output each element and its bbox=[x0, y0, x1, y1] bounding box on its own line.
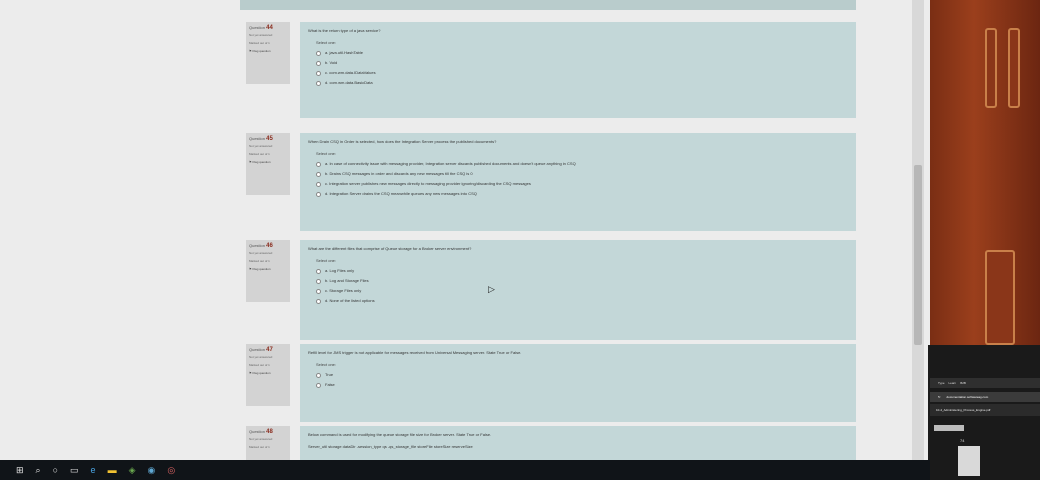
browser-tab-bar: Type Learn B2B bbox=[930, 378, 1040, 388]
question-status: Not yet answered bbox=[249, 437, 273, 441]
question-status: Not yet answered bbox=[249, 251, 273, 255]
question-text: When Drain CSQ in Order is selected, how… bbox=[308, 139, 497, 144]
pdf-title: 10-4_Administering_Process_Engine.pdf bbox=[930, 404, 1040, 416]
answer-option-c[interactable]: c. Storage Files only bbox=[316, 286, 848, 296]
radio-button[interactable] bbox=[316, 382, 321, 388]
answer-option-d[interactable]: d. com.wm.data.BasicData bbox=[316, 78, 848, 88]
previous-question-panel-edge bbox=[240, 0, 856, 10]
select-one-label: Select one: bbox=[316, 362, 337, 367]
radio-button[interactable] bbox=[316, 80, 321, 86]
select-one-label: Select one: bbox=[316, 40, 337, 45]
answer-option-c[interactable]: c. Integration server publishes new mess… bbox=[316, 179, 848, 189]
browser-tab[interactable]: B2B bbox=[960, 381, 966, 385]
question-text: What are the different files that compri… bbox=[308, 246, 472, 251]
question-info-panel: Question 46 Not yet answered Marked out … bbox=[246, 240, 290, 302]
question-body: When Drain CSQ in Order is selected, how… bbox=[300, 133, 856, 231]
command-text: Server_util storage dataDir -session_typ… bbox=[308, 444, 473, 449]
select-one-label: Select one: bbox=[316, 151, 337, 156]
flag-question-link[interactable]: ⚑ Flag question bbox=[249, 265, 287, 273]
question-status: Not yet answered bbox=[249, 144, 273, 148]
door-panel bbox=[985, 250, 1015, 345]
scrollbar-thumb[interactable] bbox=[914, 165, 922, 345]
radio-button[interactable] bbox=[316, 161, 321, 167]
flag-icon: ⚑ bbox=[249, 160, 252, 164]
answer-option-b[interactable]: b. Drains CSQ messages in order and disc… bbox=[316, 169, 848, 179]
radio-button[interactable] bbox=[316, 60, 321, 66]
radio-button[interactable] bbox=[316, 70, 321, 76]
browser-tab[interactable]: Learn bbox=[949, 381, 957, 385]
answer-option-a[interactable]: a. In case of connectivity issue with me… bbox=[316, 159, 848, 169]
question-marks: Marked out of 1 bbox=[249, 41, 270, 45]
question-body: What is the return type of a java servic… bbox=[300, 22, 856, 118]
question-info-panel: Question 47 Not yet answered Marked out … bbox=[246, 344, 290, 406]
flag-question-link[interactable]: ⚑ Flag question bbox=[249, 158, 287, 166]
radio-button[interactable] bbox=[316, 278, 321, 284]
radio-button[interactable] bbox=[316, 50, 321, 56]
reload-icon[interactable]: ↻ bbox=[938, 395, 941, 399]
radio-button[interactable] bbox=[316, 181, 321, 187]
question-marks: Marked out of 1 bbox=[249, 363, 270, 367]
question-status: Not yet answered bbox=[249, 33, 273, 37]
question-text: Refill level for JMS trigger is not appl… bbox=[308, 350, 522, 355]
question-status: Not yet answered bbox=[249, 355, 273, 359]
door-panel bbox=[985, 28, 997, 108]
browser-tab[interactable]: Type bbox=[938, 381, 945, 385]
door-panel bbox=[1008, 28, 1020, 108]
radio-button[interactable] bbox=[316, 298, 321, 304]
flag-icon: ⚑ bbox=[249, 49, 252, 53]
answer-option-true[interactable]: True bbox=[316, 370, 848, 380]
radio-button[interactable] bbox=[316, 372, 321, 378]
chrome-icon[interactable]: ◎ bbox=[167, 460, 175, 480]
pdf-page-thumbnail[interactable] bbox=[958, 446, 980, 476]
windows-start-icon[interactable]: ⊞ bbox=[16, 460, 24, 480]
search-icon[interactable]: ⌕ bbox=[36, 460, 41, 480]
answer-option-a[interactable]: a. Log Files only bbox=[316, 266, 848, 276]
task-view-icon[interactable]: ▭ bbox=[70, 460, 79, 480]
answer-option-d[interactable]: d. Integration Server drains the CSQ mea… bbox=[316, 189, 848, 199]
url-text[interactable]: documentation.softwareag.com bbox=[947, 395, 989, 399]
pdf-page-number: 74 bbox=[960, 438, 965, 443]
pdf-page-input[interactable] bbox=[934, 425, 964, 431]
question-marks: Marked out of 1 bbox=[249, 259, 270, 263]
question-body: Below command is used for modifying the … bbox=[300, 426, 856, 462]
question-body: What are the different files that compri… bbox=[300, 240, 856, 340]
radio-button[interactable] bbox=[316, 191, 321, 197]
question-body: Refill level for JMS trigger is not appl… bbox=[300, 344, 856, 422]
question-info-panel: Question 44 Not yet answered Marked out … bbox=[246, 22, 290, 84]
browser-icon[interactable]: ◉ bbox=[147, 460, 155, 480]
radio-button[interactable] bbox=[316, 171, 321, 177]
answer-option-a[interactable]: a. java.util.HashTable bbox=[316, 48, 848, 58]
answer-option-c[interactable]: c. com.wm.data.IDataValues bbox=[316, 68, 848, 78]
question-text: Below command is used for modifying the … bbox=[308, 432, 492, 437]
select-one-label: Select one: bbox=[316, 258, 337, 263]
address-bar[interactable]: ↻ documentation.softwareag.com bbox=[930, 392, 1040, 402]
radio-button[interactable] bbox=[316, 288, 321, 294]
answer-option-d[interactable]: d. None of the listed options bbox=[316, 296, 848, 306]
question-marks: Marked out of 1 bbox=[249, 445, 270, 449]
answer-option-b[interactable]: b. Void bbox=[316, 58, 848, 68]
edge-browser-icon[interactable]: e bbox=[91, 460, 96, 480]
question-info-panel: Question 45 Not yet answered Marked out … bbox=[246, 133, 290, 195]
answer-option-b[interactable]: b. Log and Storage Files bbox=[316, 276, 848, 286]
question-info-panel: Question 48 Not yet answered Marked out … bbox=[246, 426, 290, 462]
quiz-screen: Question 44 Not yet answered Marked out … bbox=[0, 0, 930, 462]
answer-option-false[interactable]: False bbox=[316, 380, 848, 390]
file-explorer-icon[interactable]: ▬ bbox=[108, 460, 117, 480]
flag-question-link[interactable]: ⚑ Flag question bbox=[249, 47, 287, 55]
app-icon[interactable]: ◈ bbox=[129, 460, 136, 480]
question-text: What is the return type of a java servic… bbox=[308, 28, 381, 33]
mouse-pointer-icon: ▷ bbox=[488, 284, 495, 294]
flag-question-link[interactable]: ⚑ Flag question bbox=[249, 369, 287, 377]
windows-taskbar: ⊞ ⌕ ○ ▭ e ▬ ◈ ◉ ◎ bbox=[0, 460, 930, 480]
radio-button[interactable] bbox=[316, 268, 321, 274]
cortana-icon[interactable]: ○ bbox=[53, 460, 58, 480]
flag-icon: ⚑ bbox=[249, 267, 252, 271]
flag-icon: ⚑ bbox=[249, 371, 252, 375]
question-marks: Marked out of 1 bbox=[249, 152, 270, 156]
